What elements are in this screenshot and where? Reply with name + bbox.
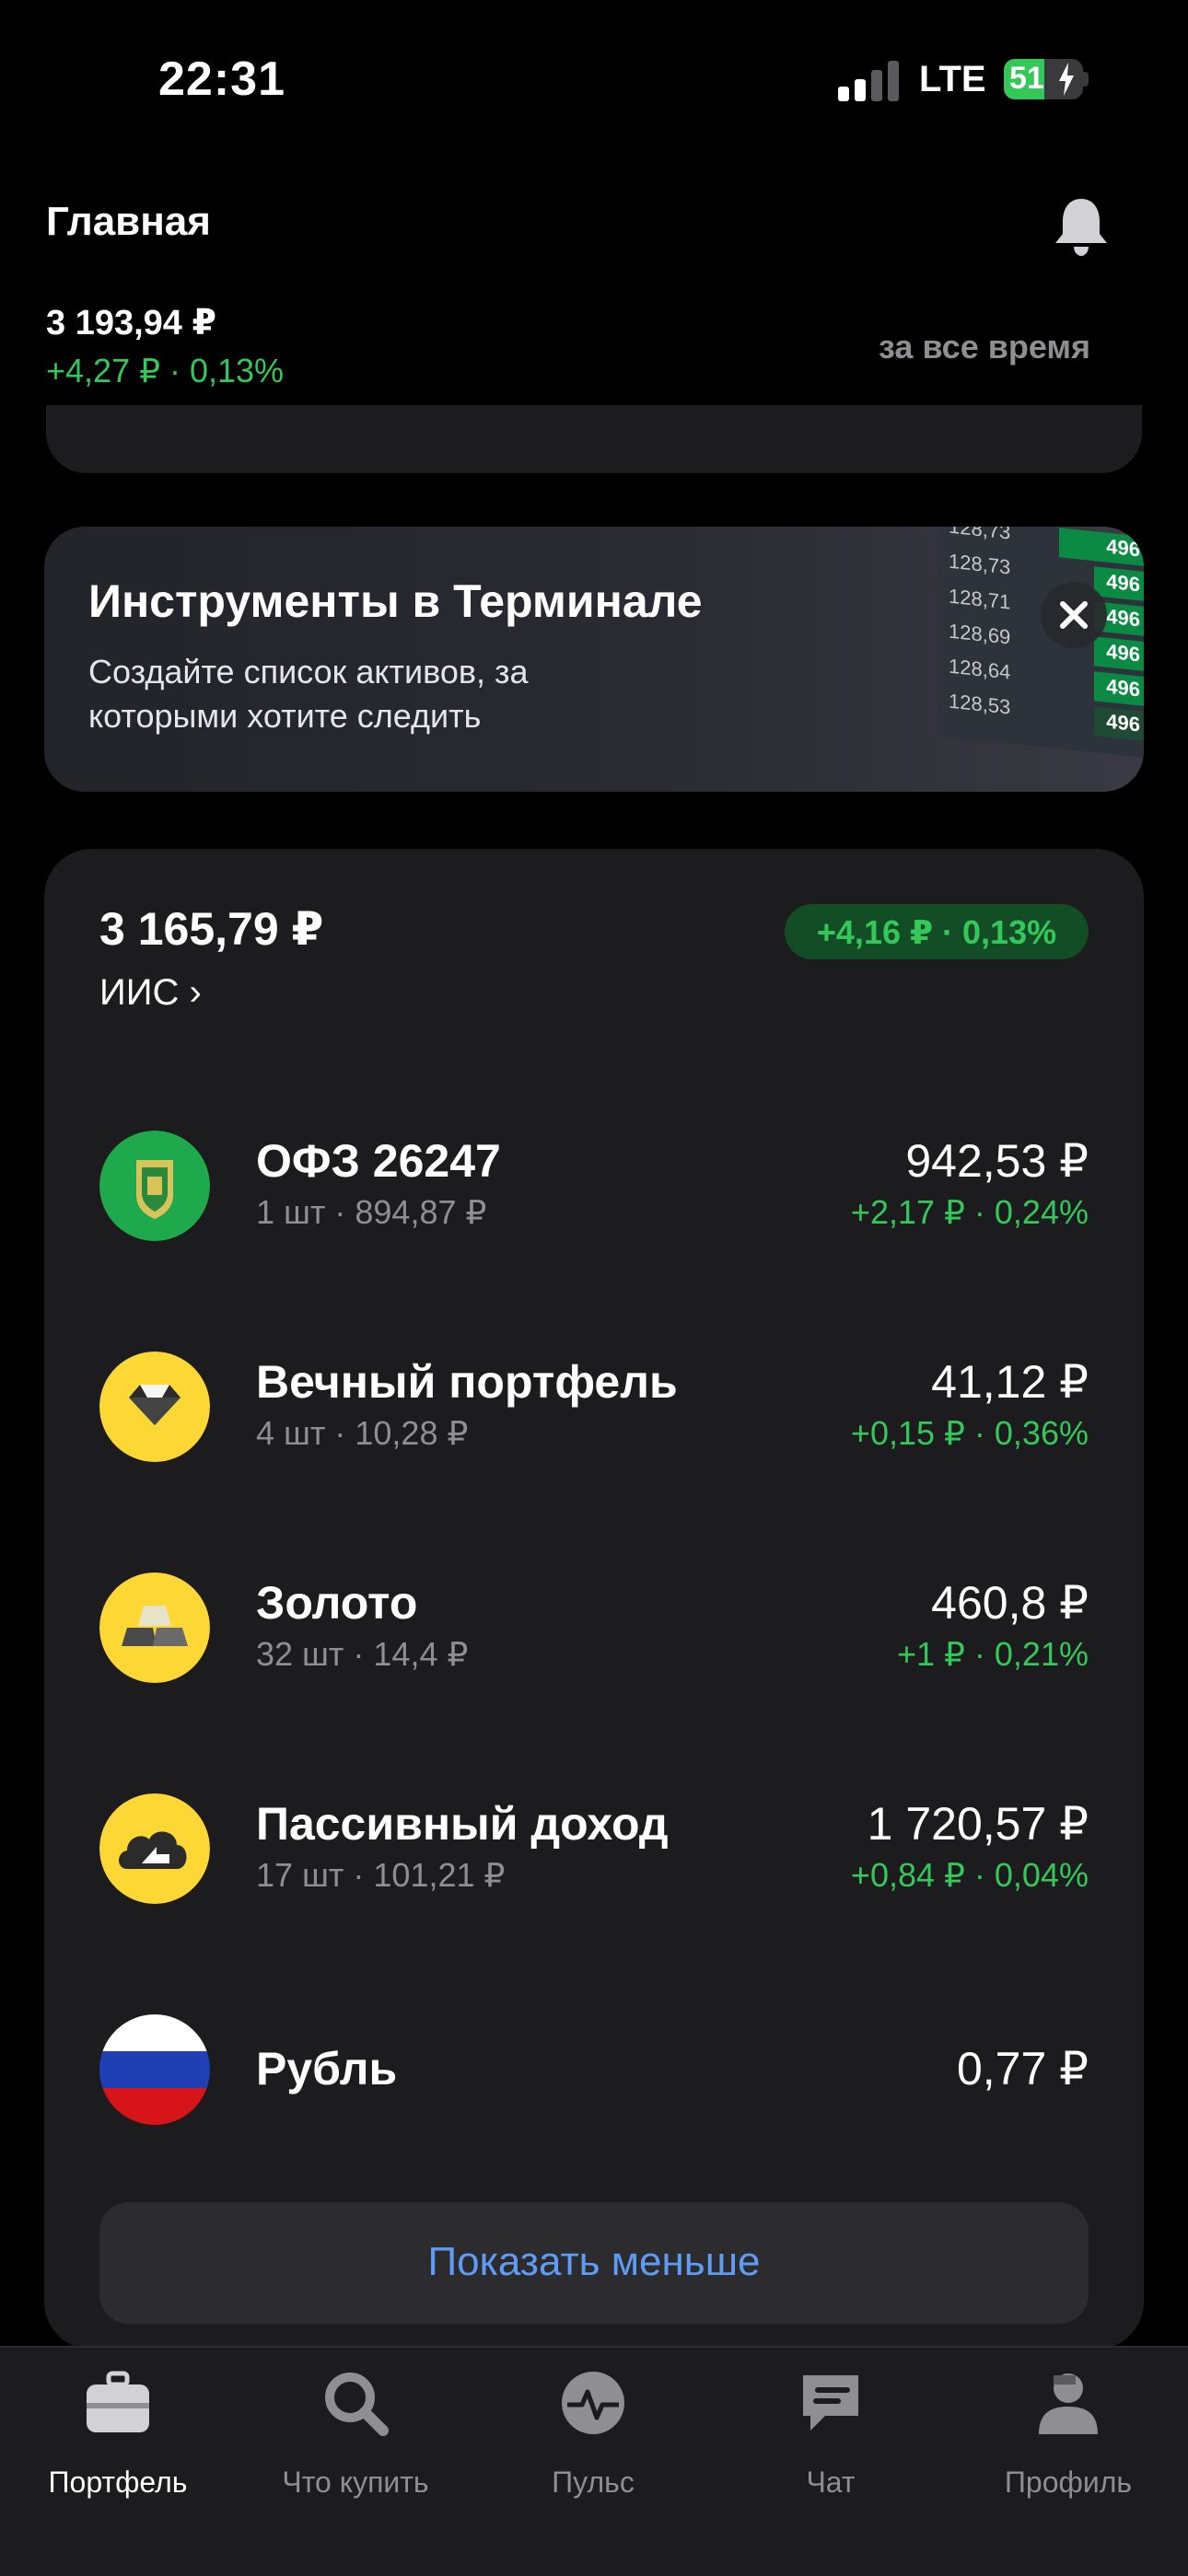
account-name-link[interactable]: ИИС › (99, 972, 202, 1014)
chart-card-fragment (46, 405, 1142, 473)
asset-row-ruble[interactable]: Рубль 0,77 ₽ (99, 2014, 1089, 2125)
chat-icon (803, 2375, 858, 2431)
search-icon (325, 2373, 389, 2436)
promo-price: 128,69 (949, 619, 1011, 649)
asset-value: 942,53 ₽ (905, 1135, 1089, 1187)
asset-change: +2,17 ₽ · 0,24% (850, 1193, 1089, 1231)
battery-level: 51 (1009, 61, 1044, 96)
bell-icon[interactable] (1052, 195, 1111, 258)
period-selector[interactable]: за все время (879, 328, 1090, 366)
tab-label: Портфель (48, 2466, 188, 2499)
promo-price: 128,73 (949, 527, 1011, 544)
ofz-emblem-icon (99, 1131, 210, 1241)
promo-price: 128,73 (949, 549, 1011, 579)
show-less-label: Показать меньше (427, 2239, 761, 2284)
promo-title: Инструменты в Терминале (88, 575, 703, 627)
account-change-badge: +4,16 ₽ · 0,13% (785, 904, 1089, 959)
asset-change: +0,15 ₽ · 0,36% (850, 1414, 1089, 1452)
asset-value: 1 720,57 ₽ (867, 1798, 1089, 1850)
asset-quantity: 17 шт · 101,21 ₽ (256, 1856, 506, 1894)
tab-label: Пульс (552, 2466, 635, 2499)
tab-label: Профиль (1004, 2466, 1133, 2499)
asset-row-ofz[interactable]: ОФЗ 26247 1 шт · 894,87 ₽ 942,53 ₽ +2,17… (99, 1131, 1089, 1241)
account-value: 3 165,79 ₽ (99, 903, 324, 955)
asset-change: +1 ₽ · 0,21% (896, 1635, 1089, 1673)
network-type: LTE (919, 59, 986, 99)
asset-value: 41,12 ₽ (931, 1356, 1089, 1408)
russia-flag-icon (99, 2014, 210, 2125)
promo-price: 128,71 (949, 584, 1011, 614)
gold-bars-icon (99, 1572, 210, 1683)
tab-label: Что купить (282, 2466, 429, 2499)
promo-volume: 496 (1106, 569, 1140, 597)
close-icon (1060, 601, 1088, 629)
signal-icon (838, 61, 899, 101)
profile-icon (1039, 2373, 1098, 2434)
promo-volume: 496 (1106, 534, 1140, 562)
asset-value: 0,77 ₽ (956, 2043, 1089, 2094)
promo-price: 128,64 (949, 654, 1011, 684)
promo-volume: 496 (1106, 604, 1140, 632)
portfolio-total-value: 3 193,94 ₽ (46, 304, 216, 342)
asset-name: Пассивный доход (256, 1798, 669, 1850)
promo-volume: 496 (1106, 674, 1140, 702)
asset-change: +0,84 ₽ · 0,04% (850, 1856, 1089, 1894)
pulse-icon (562, 2372, 624, 2434)
asset-quantity: 1 шт · 894,87 ₽ (256, 1193, 487, 1231)
asset-row-gold[interactable]: Золото 32 шт · 14,4 ₽ 460,8 ₽ +1 ₽ · 0,2… (99, 1572, 1089, 1683)
tab-pulse[interactable]: Пульс (483, 2370, 704, 2517)
account-change: +4,16 ₽ · 0,13% (816, 913, 1057, 951)
asset-name: ОФЗ 26247 (256, 1135, 501, 1187)
battery-icon: 51 (1004, 59, 1083, 99)
charging-icon (1059, 63, 1074, 96)
page-title: Главная (46, 199, 211, 244)
asset-name: Вечный портфель (256, 1356, 678, 1408)
asset-quantity: 32 шт · 14,4 ₽ (256, 1635, 469, 1673)
asset-row-eternal-portfolio[interactable]: Вечный портфель 4 шт · 10,28 ₽ 41,12 ₽ +… (99, 1352, 1089, 1462)
status-time: 22:31 (158, 52, 285, 106)
cloud-arrow-icon (99, 1793, 210, 1904)
asset-name: Рубль (256, 2043, 398, 2094)
portfolio-total-change: +4,27 ₽ · 0,13% (46, 352, 285, 389)
asset-quantity: 4 шт · 10,28 ₽ (256, 1414, 469, 1452)
promo-price: 128,53 (949, 689, 1011, 719)
battery-cap (1083, 72, 1089, 87)
show-less-button[interactable]: Показать меньше (99, 2202, 1089, 2324)
asset-value: 460,8 ₽ (931, 1577, 1089, 1629)
promo-banner[interactable]: Инструменты в Терминале Создайте список … (44, 527, 1144, 792)
promo-text: Создайте список активов, за которыми хот… (88, 653, 529, 735)
tab-bar: Портфель Что купить Пульс Чат Профиль (0, 2346, 1188, 2576)
promo-volume: 496 (1106, 639, 1140, 667)
promo-volume: 496 (1106, 709, 1140, 737)
tab-chat[interactable]: Чат (720, 2370, 941, 2517)
asset-name: Золото (256, 1577, 418, 1629)
tab-profile[interactable]: Профиль (958, 2370, 1179, 2517)
tab-what-to-buy[interactable]: Что купить (245, 2370, 466, 2517)
diamond-icon (99, 1352, 210, 1462)
asset-row-passive-income[interactable]: Пассивный доход 17 шт · 101,21 ₽ 1 720,5… (99, 1793, 1089, 1904)
briefcase-icon (87, 2371, 149, 2432)
tab-portfolio[interactable]: Портфель (7, 2370, 228, 2517)
close-banner-button[interactable] (1041, 582, 1107, 648)
tab-label: Чат (806, 2466, 856, 2499)
